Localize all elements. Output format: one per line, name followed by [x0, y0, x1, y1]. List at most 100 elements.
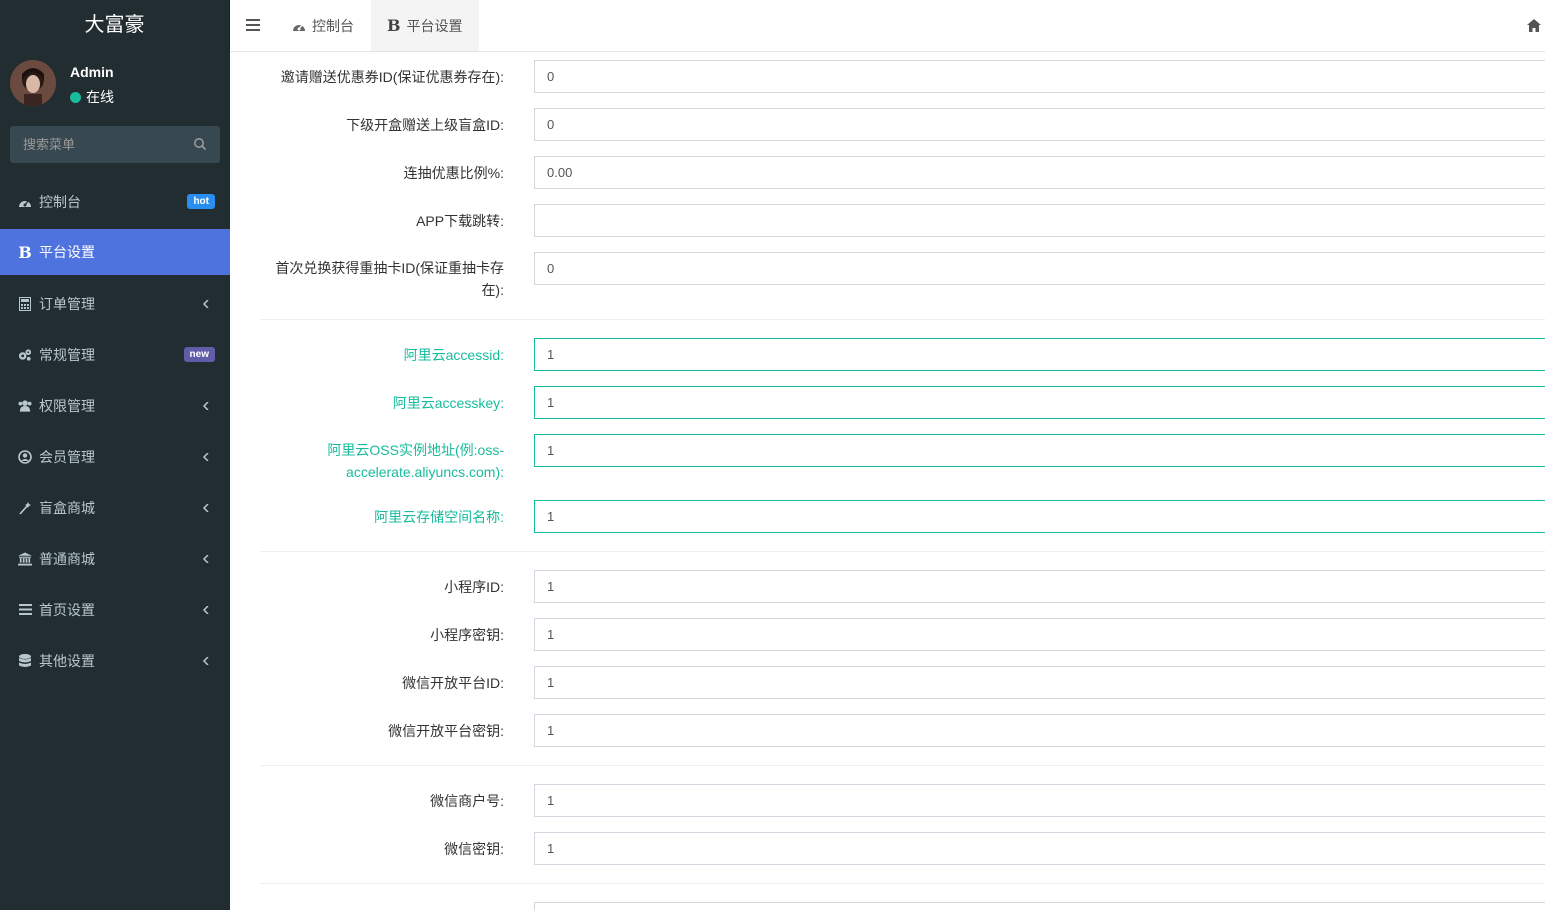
- field-label: 阿里云OSS实例地址(例:oss- accelerate.aliyuncs.co…: [254, 439, 504, 483]
- user-name: Admin: [70, 64, 114, 80]
- ali-bucket-input[interactable]: [534, 500, 1545, 533]
- ali-oss-endpoint-input[interactable]: [534, 434, 1545, 467]
- avatar: [10, 60, 56, 106]
- draw-discount-input[interactable]: [534, 156, 1545, 189]
- list-icon: [18, 603, 32, 617]
- top-header: 控制台 B 平台设置: [230, 0, 1545, 52]
- section-divider: [260, 319, 1545, 320]
- magic-icon: [18, 501, 32, 515]
- field-label: 阿里云accessid:: [403, 347, 504, 363]
- chevron-left-icon: [202, 402, 209, 410]
- app-download-input[interactable]: [534, 204, 1545, 237]
- field-label: APP下载跳转:: [416, 213, 504, 229]
- bold-b-icon: B: [387, 16, 401, 35]
- chevron-left-icon: [202, 657, 209, 665]
- menu-search: [10, 126, 220, 163]
- field-label-line: 阿里云OSS实例地址(例:oss-: [327, 442, 504, 458]
- wechat-open-id-input[interactable]: [534, 666, 1545, 699]
- field-label: 微信开放平台密钥:: [388, 723, 504, 739]
- field-label: 阿里云存储空间名称:: [374, 509, 504, 525]
- sidebar-item-blindbox-shop[interactable]: 盲盒商城: [0, 482, 230, 533]
- sidebar-item-label: 控制台: [39, 193, 81, 210]
- chevron-left-icon: [202, 504, 209, 512]
- field-label: 邀请赠送优惠券ID(保证优惠券存在):: [280, 69, 504, 85]
- chevron-left-icon: [202, 453, 209, 461]
- cogs-icon: [18, 348, 32, 362]
- wechat-merchant-id-input[interactable]: [534, 784, 1545, 817]
- sidebar-item-general-shop[interactable]: 普通商城: [0, 533, 230, 584]
- sidebar-item-general[interactable]: 常规管理 new: [0, 329, 230, 380]
- sidebar-item-homepage-settings[interactable]: 首页设置: [0, 584, 230, 635]
- mini-program-id-input[interactable]: [534, 570, 1545, 603]
- user-status-label: 在线: [86, 89, 114, 105]
- ali-accesskey-input[interactable]: [534, 386, 1545, 419]
- sidebar-item-label: 其他设置: [39, 652, 95, 669]
- field-label-line: 首次兑换获得重抽卡ID(保证重抽卡存: [275, 260, 504, 276]
- user-panel: Admin 在线: [0, 50, 230, 116]
- home-icon[interactable]: [1527, 19, 1541, 32]
- wechat-open-secret-input[interactable]: [534, 714, 1545, 747]
- tab-dashboard[interactable]: 控制台: [276, 0, 370, 51]
- mini-program-secret-input[interactable]: [534, 618, 1545, 651]
- field-label: 小程序ID:: [444, 579, 504, 595]
- field-label: 下级开盒赠送上级盲盒ID:: [346, 117, 504, 133]
- ali-accessid-input[interactable]: [534, 338, 1545, 371]
- chevron-left-icon: [202, 300, 209, 308]
- sidebar-item-label: 订单管理: [39, 295, 95, 312]
- group-icon: [18, 399, 32, 413]
- dashboard-icon: [18, 195, 32, 209]
- dashboard-icon: [292, 20, 306, 32]
- field-label: 微信密钥:: [444, 841, 504, 857]
- settings-form: 邀请赠送优惠券ID(保证优惠券存在): 下级开盒赠送上级盲盒ID: 连抽优惠比例…: [230, 52, 1545, 910]
- section-divider: [260, 765, 1545, 766]
- field-label: 小程序密钥:: [430, 627, 504, 643]
- tab-label: 控制台: [312, 17, 354, 34]
- user-circle-icon: [18, 449, 32, 464]
- field-label-line: 在):: [481, 282, 504, 298]
- tab-label: 平台设置: [406, 17, 463, 34]
- calculator-icon: [18, 296, 32, 311]
- sub-box-id-input[interactable]: [534, 108, 1545, 141]
- online-status-icon: [70, 91, 81, 103]
- sidebar: 大富豪 Admin 在线 控制台: [0, 0, 230, 910]
- field-label: 首次兑换获得重抽卡ID(保证重抽卡存 在):: [254, 257, 504, 301]
- sidebar-toggle-icon[interactable]: [246, 19, 260, 31]
- new-badge: new: [183, 347, 215, 362]
- user-status: 在线: [70, 87, 114, 107]
- first-redeem-card-input[interactable]: [534, 252, 1545, 285]
- section-divider: [260, 883, 1545, 884]
- invite-coupon-id-input[interactable]: [534, 60, 1545, 93]
- sidebar-item-label: 会员管理: [39, 448, 95, 465]
- sidebar-item-dashboard[interactable]: 控制台 hot: [0, 176, 230, 227]
- hot-badge: hot: [187, 194, 215, 209]
- brand-logo[interactable]: 大富豪: [0, 0, 230, 50]
- sidebar-item-orders[interactable]: 订单管理: [0, 278, 230, 329]
- field-label: 微信开放平台ID:: [402, 675, 504, 691]
- search-icon[interactable]: [193, 137, 207, 151]
- sidebar-item-label: 首页设置: [39, 601, 95, 618]
- sidebar-item-other-settings[interactable]: 其他设置: [0, 635, 230, 686]
- field-label: 微信商户号:: [430, 793, 504, 809]
- field-label: 阿里云accesskey:: [392, 395, 504, 411]
- chevron-left-icon: [202, 555, 209, 563]
- field-label-line: accelerate.aliyuncs.com):: [346, 464, 504, 480]
- database-icon: [18, 653, 32, 668]
- bank-icon: [18, 551, 32, 566]
- sidebar-item-label: 常规管理: [39, 346, 95, 363]
- wechat-key-input[interactable]: [534, 832, 1545, 865]
- section-divider: [260, 551, 1545, 552]
- sidebar-item-members[interactable]: 会员管理: [0, 431, 230, 482]
- sidebar-item-label: 普通商城: [39, 550, 95, 567]
- field-label: 连抽优惠比例%:: [403, 165, 504, 181]
- sidebar-item-permissions[interactable]: 权限管理: [0, 380, 230, 431]
- sidebar-menu: 控制台 hot B 平台设置 订单管理 常规管理 new 权限管理 会员管理 盲…: [0, 176, 230, 686]
- sidebar-item-platform-settings[interactable]: B 平台设置: [0, 229, 230, 275]
- tab-platform-settings[interactable]: B 平台设置: [371, 0, 479, 51]
- next-field-input[interactable]: [534, 902, 1545, 910]
- chevron-left-icon: [202, 606, 209, 614]
- sidebar-item-label: 盲盒商城: [39, 499, 95, 516]
- sidebar-item-label: 权限管理: [39, 397, 95, 414]
- sidebar-item-label: 平台设置: [39, 244, 95, 260]
- menu-search-input[interactable]: [10, 126, 180, 163]
- bold-b-icon: B: [18, 242, 32, 262]
